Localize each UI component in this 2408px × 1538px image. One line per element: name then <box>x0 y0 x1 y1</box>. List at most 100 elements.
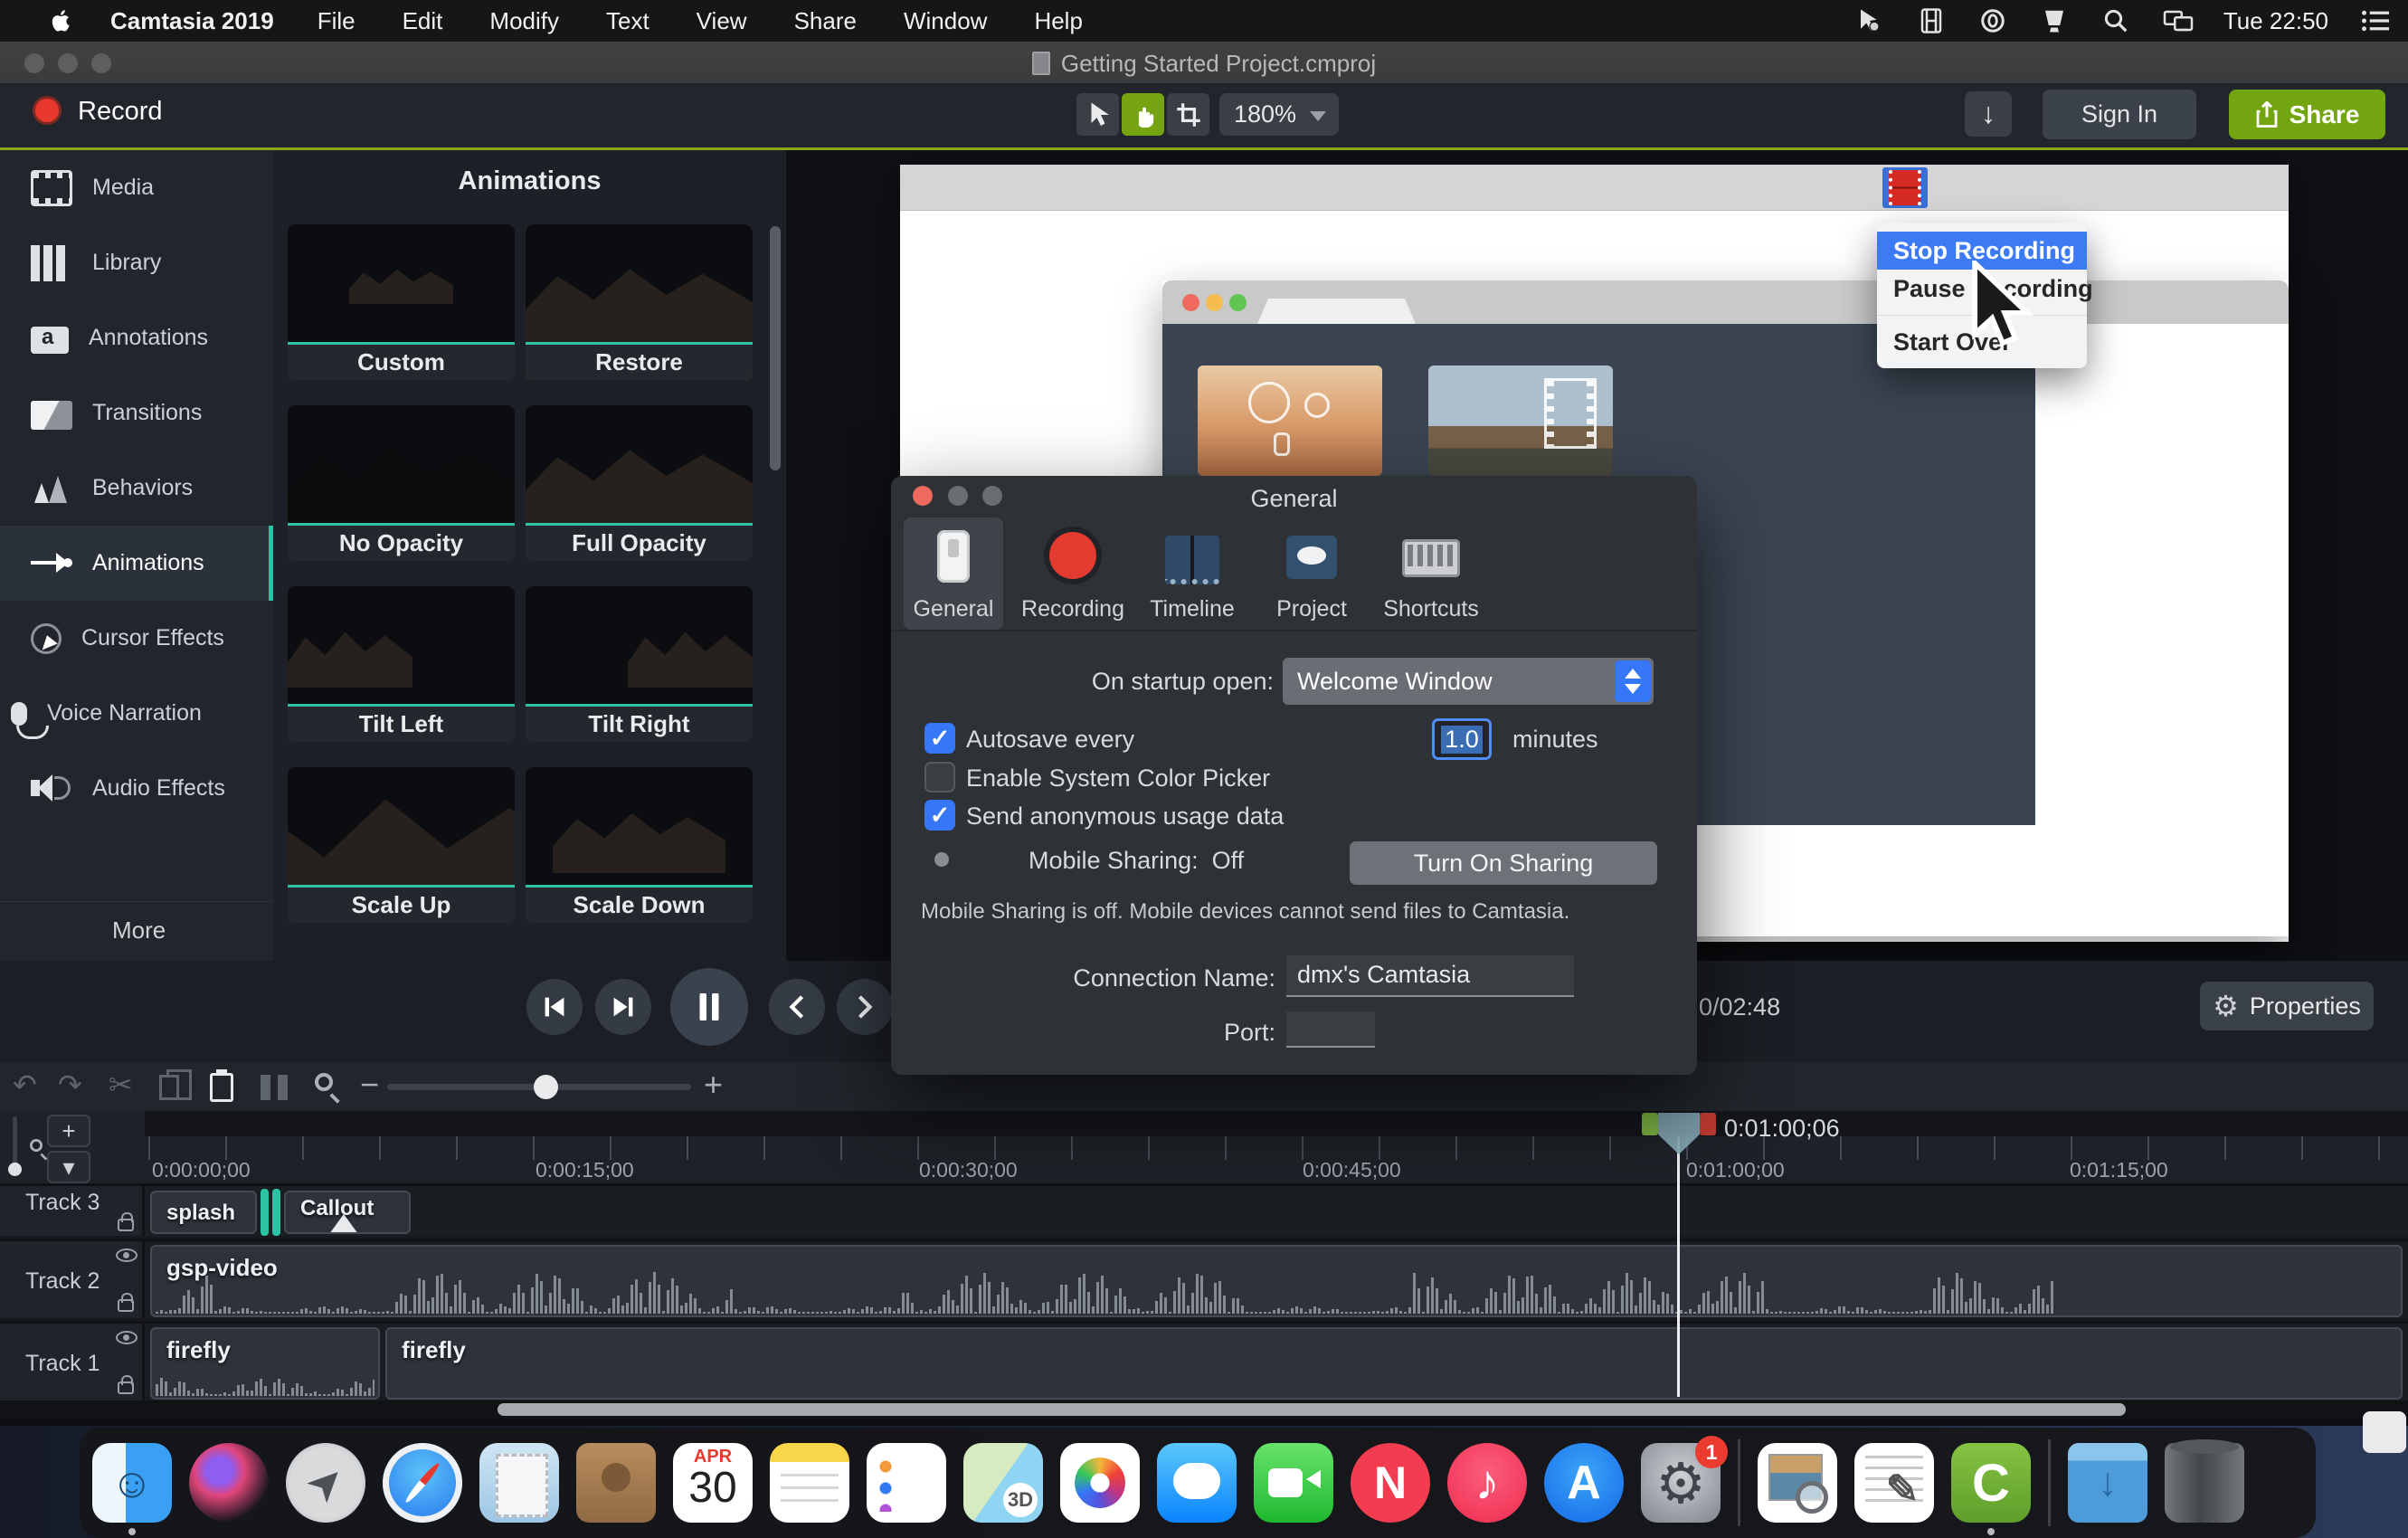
download-button[interactable]: ↓ <box>1965 91 2012 137</box>
sidebar-item-animations[interactable]: Animations <box>0 526 273 601</box>
sidebar-item-annotations[interactable]: Annotations <box>0 300 273 375</box>
zoom-slider-knob[interactable] <box>534 1075 558 1099</box>
clip-splash[interactable]: splash <box>150 1191 257 1234</box>
menu-item-text[interactable]: Text <box>606 7 649 35</box>
track-3-header[interactable]: Track 3 <box>0 1186 145 1236</box>
animation-card-restore[interactable]: Restore <box>526 224 753 380</box>
pref-tab-project[interactable]: Project <box>1262 517 1361 630</box>
dock-icon-appstore[interactable]: A <box>1544 1443 1624 1523</box>
eye-icon[interactable] <box>116 1248 137 1262</box>
redo-button[interactable]: ↷ <box>58 1068 82 1102</box>
menu-item-help[interactable]: Help <box>1034 7 1082 35</box>
pref-tab-general[interactable]: General <box>904 517 1003 630</box>
copy-button[interactable] <box>159 1075 179 1100</box>
playhead-in-handle[interactable] <box>1642 1113 1658 1135</box>
hscrollbar-thumb[interactable] <box>498 1403 2126 1416</box>
dock-icon-facetime[interactable] <box>1254 1443 1333 1523</box>
dock-icon-photos[interactable] <box>1060 1443 1140 1523</box>
lock-icon[interactable] <box>118 1299 134 1312</box>
port-input[interactable] <box>1286 1011 1375 1048</box>
dock-icon-notes[interactable] <box>770 1443 849 1523</box>
dock-icon-calendar[interactable]: APR30 <box>673 1443 753 1523</box>
spotlight-icon[interactable] <box>2100 7 2131 34</box>
clip-callout[interactable]: Callout <box>284 1191 411 1234</box>
dock-icon-textedit[interactable]: ✎ <box>1854 1443 1934 1523</box>
dock-icon-finder[interactable]: ☺ <box>92 1443 172 1523</box>
record-button[interactable]: Record <box>78 97 163 127</box>
autosave-checkbox[interactable]: ✓ <box>924 723 955 754</box>
clip-gsp-video[interactable]: gsp-video <box>150 1245 2403 1317</box>
dock-icon-camtasia[interactable]: C <box>1951 1443 2031 1523</box>
timeline-zoom-slider[interactable] <box>387 1084 691 1090</box>
color-picker-checkbox[interactable]: ✓ <box>924 762 955 793</box>
clip-firefly-2[interactable]: firefly <box>385 1327 2403 1400</box>
sidebar-item-behaviors[interactable]: Behaviors <box>0 451 273 526</box>
track-height-slider[interactable] <box>13 1116 17 1169</box>
lock-icon[interactable] <box>118 1381 134 1394</box>
track-1-header[interactable]: Track 1 <box>0 1324 145 1400</box>
display-icon[interactable] <box>2039 7 2070 34</box>
track-2-header[interactable]: Track 2 <box>0 1241 145 1318</box>
animation-card-scale-down[interactable]: Scale Down <box>526 767 753 923</box>
record-icon[interactable] <box>33 96 62 125</box>
onepassword-icon[interactable] <box>1977 7 2008 34</box>
share-button[interactable]: Share <box>2229 90 2385 139</box>
canvas-zoom-dropdown[interactable]: 180% <box>1219 93 1339 136</box>
selection-bracket-left[interactable] <box>261 1189 269 1236</box>
paste-button[interactable] <box>210 1073 233 1102</box>
menu-item-window[interactable]: Window <box>904 7 987 35</box>
animation-card-tilt-left[interactable]: Tilt Left <box>288 586 515 742</box>
animation-card-custom[interactable]: Custom <box>288 224 515 380</box>
lock-icon[interactable] <box>118 1219 134 1231</box>
collapse-tracks-button[interactable]: ▾ <box>47 1151 90 1183</box>
sidebar-item-transitions[interactable]: Transitions <box>0 375 273 451</box>
apple-icon[interactable] <box>47 7 74 34</box>
dock-icon-launchpad[interactable]: ➤ <box>286 1443 365 1523</box>
pref-tab-shortcuts[interactable]: Shortcuts <box>1381 517 1481 630</box>
recorder-filmstrip-icon[interactable] <box>1882 167 1928 208</box>
menu-item-share[interactable]: Share <box>794 7 857 35</box>
sidebar-item-audio-effects[interactable]: Audio Effects <box>0 751 273 826</box>
crop-tool-button[interactable] <box>1167 93 1209 136</box>
timeline-ruler[interactable]: 0:00:00;000:00:15;000:00:30;000:00:45;00… <box>145 1111 2408 1183</box>
dock-icon-messages[interactable] <box>1157 1443 1237 1523</box>
dock-icon-sysprefs[interactable]: ⚙1 <box>1641 1443 1721 1523</box>
sidebar-item-cursor-effects[interactable]: Cursor Effects <box>0 601 273 676</box>
dock-icon-downloads[interactable]: ↓ <box>2068 1443 2147 1523</box>
jump-forward-button[interactable] <box>837 979 893 1035</box>
sidebar-item-voice-narration[interactable]: Voice Narration <box>0 676 273 751</box>
playhead-out-handle[interactable] <box>1700 1113 1716 1135</box>
pref-tab-recording[interactable]: Recording <box>1023 517 1123 630</box>
menu-app-name[interactable]: Camtasia 2019 <box>110 7 274 35</box>
menu-item-edit[interactable]: Edit <box>403 7 443 35</box>
dock-icon-siri[interactable] <box>189 1443 269 1523</box>
next-frame-button[interactable] <box>595 979 651 1035</box>
zoom-out-button[interactable]: − <box>360 1066 379 1104</box>
turn-on-sharing-button[interactable]: Turn On Sharing <box>1350 841 1657 885</box>
dock-icon-reminders[interactable] <box>867 1443 946 1523</box>
recorder-pointer-icon[interactable] <box>1854 7 1885 34</box>
clip-firefly-1[interactable]: firefly <box>150 1327 380 1400</box>
panel-scrollbar[interactable] <box>770 226 781 470</box>
split-button[interactable] <box>261 1075 288 1100</box>
dock-icon-safari[interactable] <box>383 1443 462 1523</box>
add-track-button[interactable]: + <box>47 1115 90 1147</box>
animation-card-no-opacity[interactable]: No Opacity <box>288 405 515 561</box>
dock-icon-contacts[interactable] <box>576 1443 656 1523</box>
usage-data-checkbox[interactable]: ✓ <box>924 800 955 831</box>
dock-icon-trash[interactable] <box>2165 1443 2244 1523</box>
pref-tab-timeline[interactable]: Timeline <box>1142 517 1242 630</box>
dock-icon-mail[interactable] <box>479 1443 559 1523</box>
menu-item-file[interactable]: File <box>318 7 356 35</box>
pan-tool-button[interactable] <box>1122 93 1164 136</box>
previous-frame-button[interactable] <box>526 979 583 1035</box>
menu-item-view[interactable]: View <box>697 7 747 35</box>
pause-button[interactable] <box>670 968 748 1046</box>
sidebar-more[interactable]: More <box>0 901 273 945</box>
sign-in-button[interactable]: Sign In <box>2043 90 2196 139</box>
cut-button[interactable]: ✂ <box>109 1068 133 1102</box>
dock-icon-maps[interactable]: 3D <box>963 1443 1043 1523</box>
menu-item-modify[interactable]: Modify <box>489 7 559 35</box>
eye-icon[interactable] <box>116 1331 137 1344</box>
sidebar-item-media[interactable]: Media <box>0 150 273 225</box>
